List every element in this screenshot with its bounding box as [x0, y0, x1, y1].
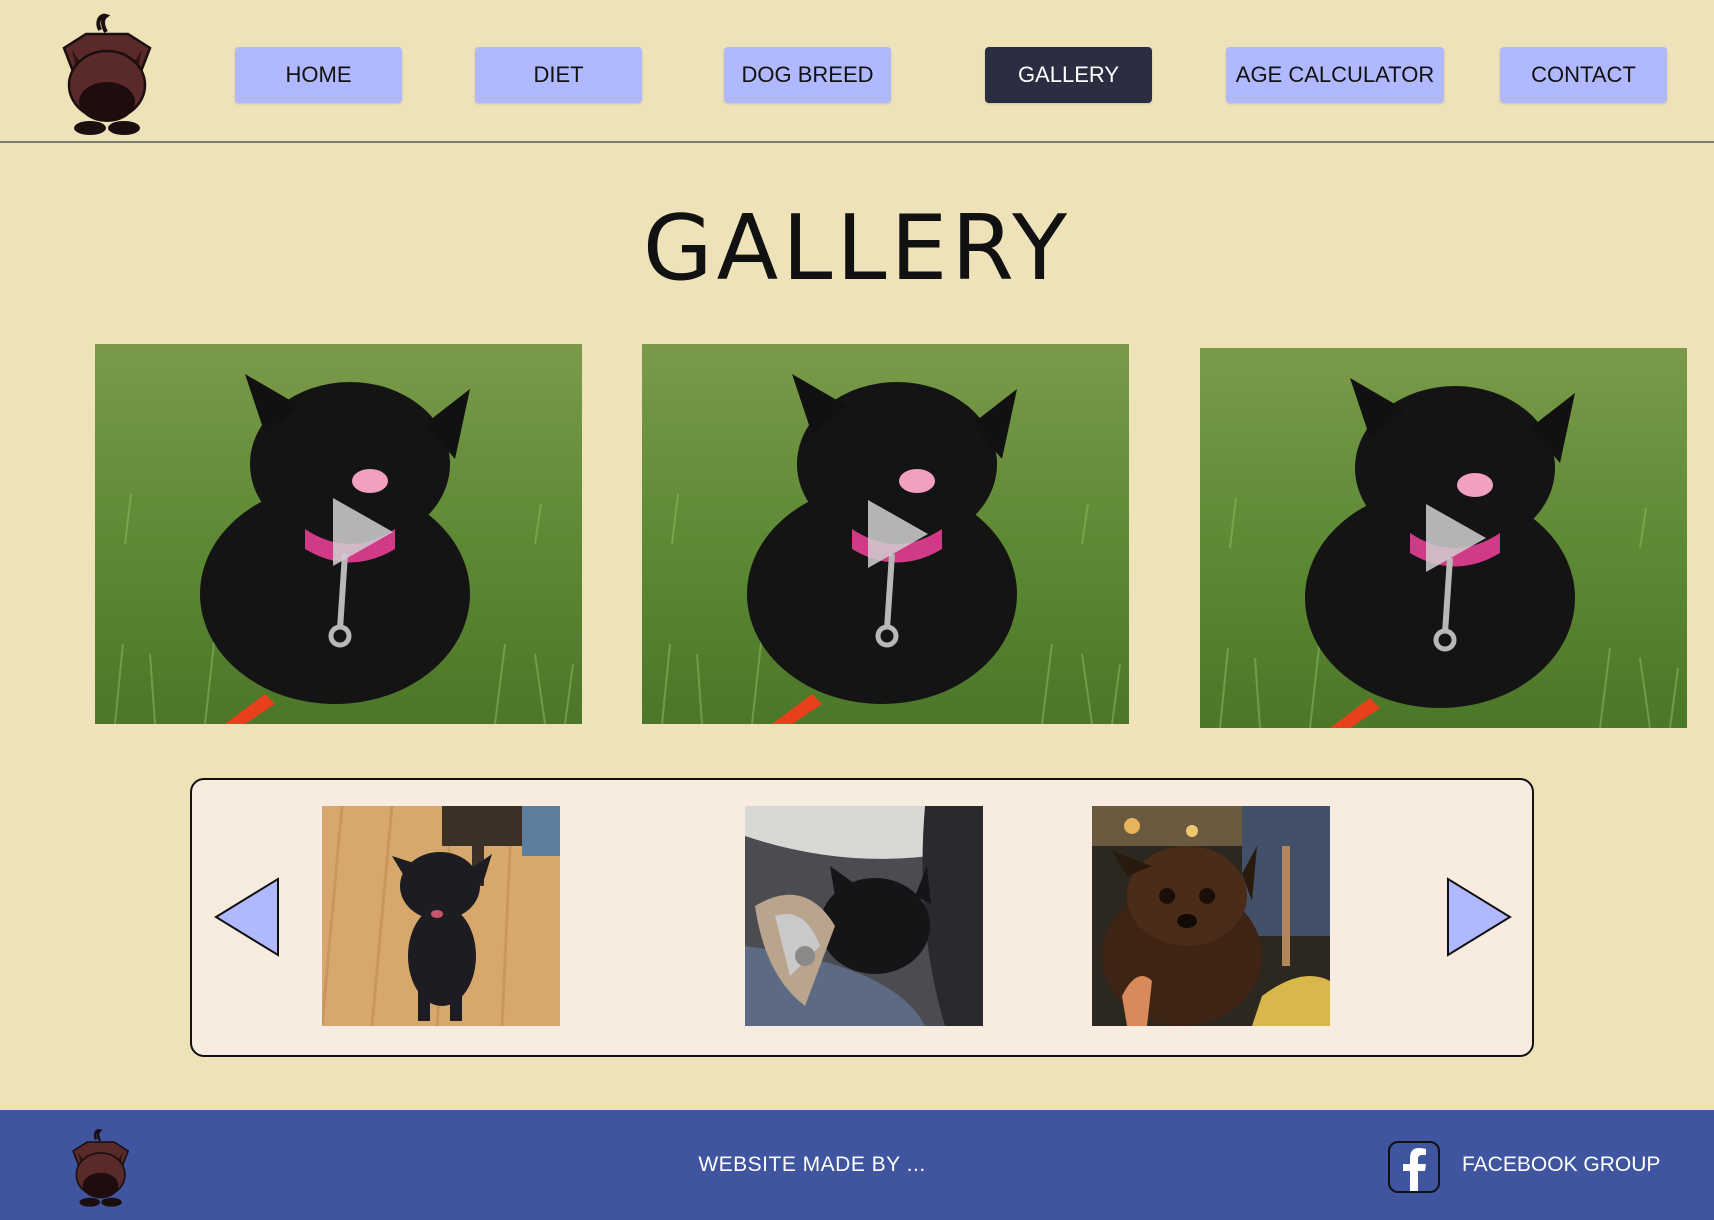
- video-thumbnail[interactable]: [95, 344, 582, 724]
- puppy-on-floor-image: [322, 806, 560, 1026]
- triangle-left-icon[interactable]: [214, 877, 280, 957]
- page-title: GALLERY: [642, 196, 1072, 301]
- video-thumbnail[interactable]: [642, 344, 1129, 724]
- video-thumbnail[interactable]: [1200, 348, 1687, 728]
- carousel-photo[interactable]: [1092, 806, 1330, 1026]
- facebook-icon[interactable]: [1388, 1141, 1440, 1193]
- nav-gallery-button[interactable]: GALLERY: [985, 47, 1152, 103]
- nav-contact-button[interactable]: CONTACT: [1500, 47, 1667, 103]
- nav-home-button[interactable]: HOME: [235, 47, 402, 103]
- carousel-photo[interactable]: [745, 806, 983, 1026]
- puppy-video-image: [642, 344, 1129, 724]
- puppy-video-image: [95, 344, 582, 724]
- nav-dog-breed-button[interactable]: DOG BREED: [724, 47, 891, 103]
- nav-age-calculator-button[interactable]: AGE CALCULATOR: [1226, 47, 1444, 103]
- puppy-held-image: [1092, 806, 1330, 1026]
- nav-diet-button[interactable]: DIET: [475, 47, 642, 103]
- site-header: HOME DIET DOG BREED GALLERY AGE CALCULAT…: [0, 0, 1714, 143]
- facebook-group-link[interactable]: FACEBOOK GROUP: [1462, 1110, 1660, 1220]
- photo-carousel: [190, 778, 1534, 1057]
- puppy-in-car-image: [745, 806, 983, 1026]
- site-footer: WEBSITE MADE BY ... FACEBOOK GROUP: [0, 1110, 1714, 1220]
- carousel-photo[interactable]: [322, 806, 560, 1026]
- triangle-right-icon[interactable]: [1446, 877, 1512, 957]
- puppy-video-image: [1200, 348, 1687, 728]
- dog-logo-icon[interactable]: [56, 10, 156, 136]
